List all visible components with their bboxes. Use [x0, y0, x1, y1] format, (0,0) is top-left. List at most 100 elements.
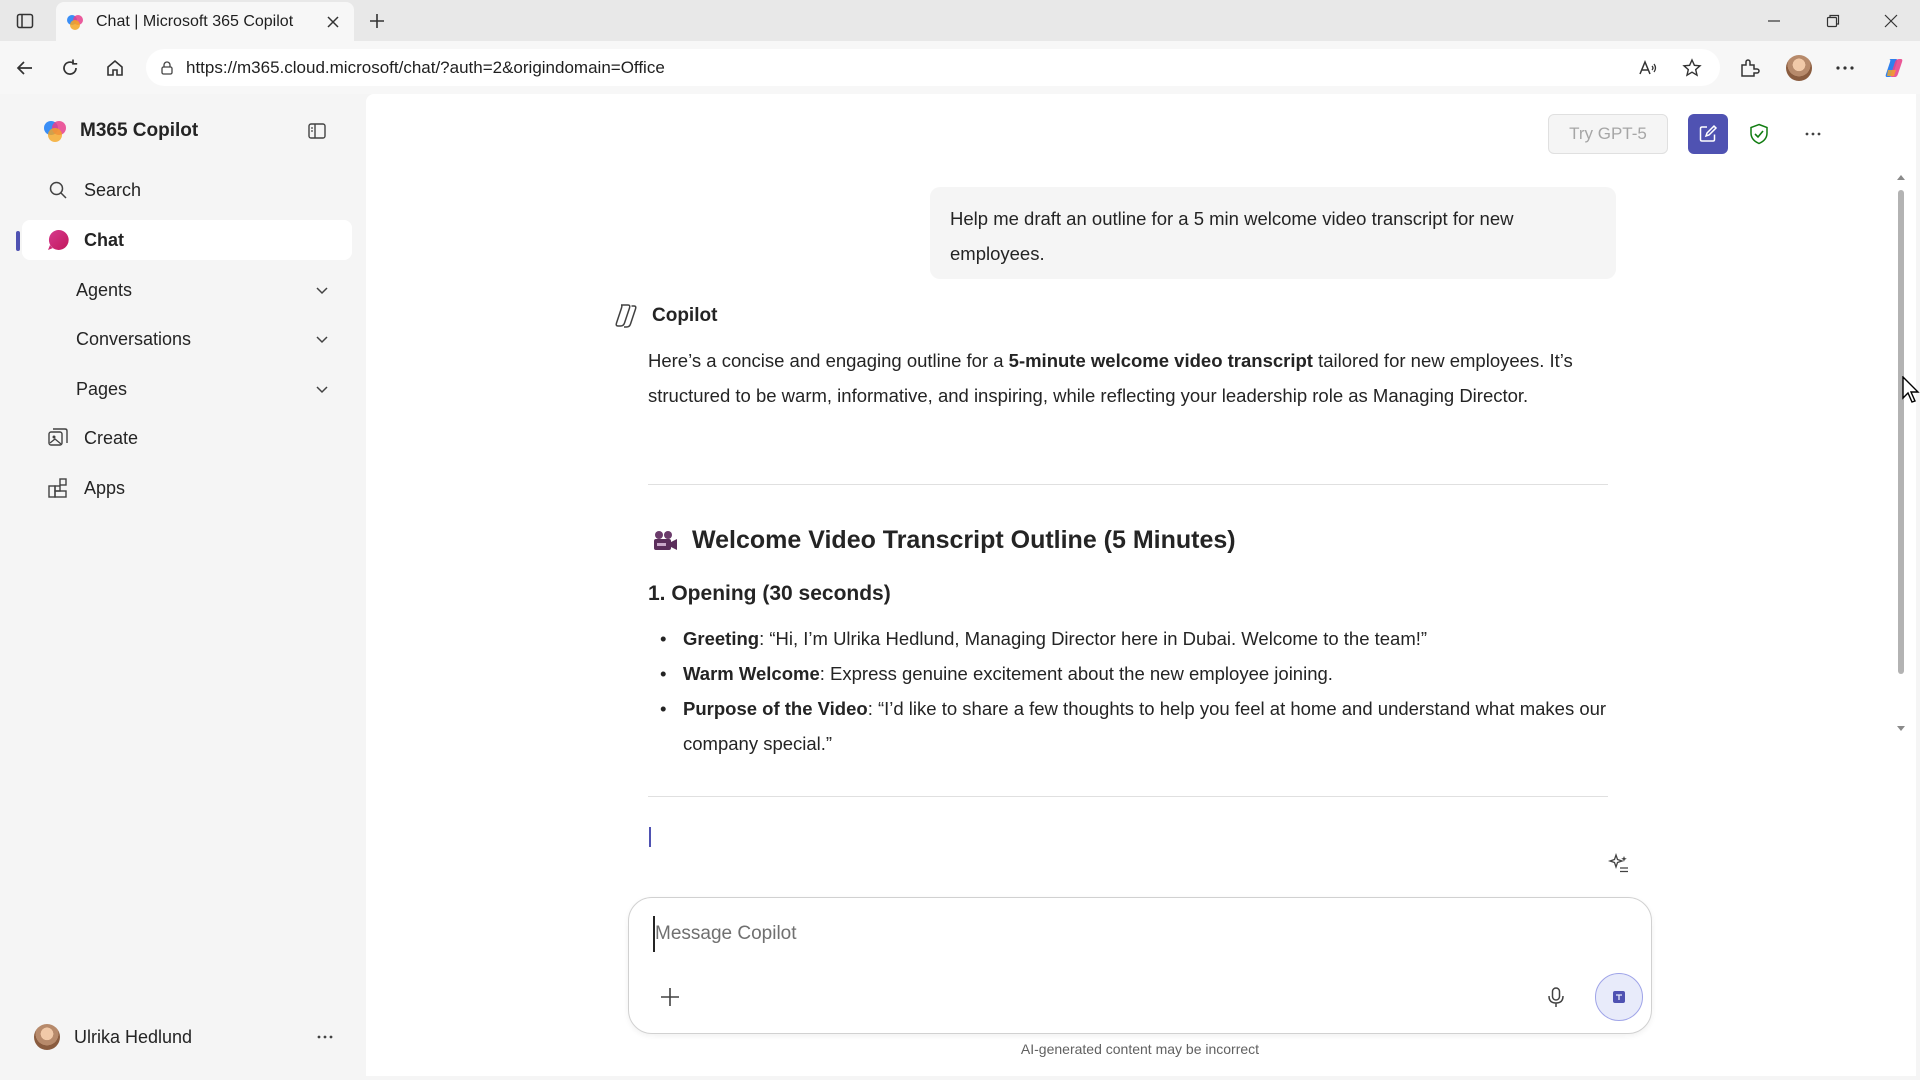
scrollbar-thumb[interactable]	[1898, 190, 1904, 674]
chevron-down-icon	[312, 329, 332, 349]
copilot-icon	[44, 121, 66, 142]
sidebar-item-label: Chat	[84, 229, 124, 250]
bullet-text: : Express genuine excitement about the n…	[819, 663, 1333, 684]
scroll-down-arrow[interactable]	[1896, 724, 1906, 734]
site-info-button[interactable]	[156, 57, 178, 79]
bullet-label: Warm Welcome	[683, 663, 820, 684]
more-icon	[317, 1035, 333, 1039]
chevron-down-icon	[312, 280, 332, 300]
account-row[interactable]: Ulrika Hedlund	[34, 1018, 340, 1056]
protection-button[interactable]	[1742, 117, 1776, 151]
app-container: M365 Copilot Search Chat Agents Conversa…	[4, 94, 1916, 1076]
ai-disclaimer: AI-generated content may be incorrect	[1020, 1041, 1260, 1057]
sidebar: M365 Copilot Search Chat Agents Conversa…	[4, 94, 360, 1076]
browser-menu-button[interactable]	[1828, 51, 1862, 85]
try-gpt-button[interactable]: Try GPT-5	[1548, 114, 1668, 154]
movie-camera-icon	[654, 530, 677, 550]
list-item: Purpose of the Video: “I’d like to share…	[648, 691, 1618, 761]
more-icon	[1836, 66, 1854, 70]
divider	[648, 796, 1608, 797]
back-button[interactable]	[10, 53, 40, 83]
attach-button[interactable]	[655, 982, 685, 1012]
search-icon	[46, 178, 70, 202]
user-name: Ulrika Hedlund	[74, 1026, 193, 1047]
copilot-favicon	[67, 14, 83, 30]
restore-icon	[1826, 14, 1840, 28]
user-message: Help me draft an outline for a 5 min wel…	[930, 187, 1616, 279]
scroll-up-arrow[interactable]	[1896, 172, 1906, 182]
send-button[interactable]	[1595, 973, 1643, 1021]
list-item: Greeting: “Hi, I’m Ulrika Hedlund, Manag…	[648, 621, 1618, 656]
active-indicator	[16, 231, 20, 251]
account-more-button[interactable]	[310, 1022, 340, 1052]
read-aloud-icon	[1639, 59, 1657, 74]
refresh-button[interactable]	[55, 53, 85, 83]
refresh-icon	[63, 59, 78, 75]
sidebar-item-label: Pages	[76, 378, 128, 399]
address-bar[interactable]: https://m365.cloud.microsoft/chat/?auth=…	[146, 49, 1720, 86]
collapse-sidebar-button[interactable]	[302, 116, 332, 146]
home-button[interactable]	[100, 53, 130, 83]
outline-heading-text: Welcome Video Transcript Outline (5 Minu…	[692, 526, 1236, 554]
tab-actions-button[interactable]	[10, 8, 40, 34]
copilot-browser-button[interactable]	[1877, 51, 1911, 85]
browser-tab-active[interactable]: Chat | Microsoft 365 Copilot	[56, 2, 354, 41]
sidebar-item-chat[interactable]: Chat	[22, 220, 352, 260]
new-chat-icon	[1699, 124, 1718, 142]
restore-button[interactable]	[1813, 8, 1853, 34]
outline-heading: Welcome Video Transcript Outline (5 Minu…	[652, 526, 1236, 555]
brand-name: M365 Copilot	[80, 120, 199, 141]
divider	[648, 484, 1608, 485]
send-icon	[1613, 991, 1625, 1003]
browser-titlebar: Chat | Microsoft 365 Copilot	[0, 0, 1920, 41]
minimize-button[interactable]	[1754, 8, 1794, 34]
bullet-label: Greeting	[683, 628, 760, 649]
sidebar-item-search[interactable]: Search	[22, 170, 352, 210]
header-actions: Try GPT-5	[1516, 112, 1916, 154]
sidebar-item-label: Search	[84, 179, 142, 200]
sidebar-item-pages[interactable]: Pages	[66, 369, 338, 409]
new-chat-button[interactable]	[1688, 114, 1728, 154]
new-tab-button[interactable]	[364, 9, 390, 33]
sidebar-item-label: Conversations	[76, 328, 192, 349]
read-aloud-button[interactable]	[1632, 52, 1664, 84]
sidebar-item-conversations[interactable]: Conversations	[66, 319, 338, 359]
home-icon	[107, 59, 123, 76]
mic-button[interactable]	[1541, 982, 1571, 1012]
lock-icon	[161, 60, 173, 75]
sidebar-item-label: Apps	[84, 477, 126, 498]
favorite-button[interactable]	[1676, 52, 1708, 84]
mic-icon	[1548, 987, 1564, 1007]
chat-main: Try GPT-5 Help me draft an outline for a…	[366, 94, 1916, 1076]
prompt-suggestions-button[interactable]	[1604, 849, 1634, 879]
profile-button[interactable]	[1782, 51, 1816, 85]
chat-icon	[46, 228, 70, 252]
close-icon	[327, 15, 339, 28]
section-heading: 1. Opening (30 seconds)	[648, 582, 891, 605]
streaming-caret	[649, 827, 651, 847]
sidebar-item-label: Agents	[76, 279, 133, 300]
url-text[interactable]: https://m365.cloud.microsoft/chat/?auth=…	[186, 58, 1632, 78]
shield-icon	[1750, 123, 1768, 145]
extensions-icon	[1741, 59, 1760, 77]
bullet-list: Greeting: “Hi, I’m Ulrika Hedlund, Manag…	[648, 621, 1618, 761]
close-window-button[interactable]	[1871, 8, 1911, 34]
brand: M365 Copilot	[42, 118, 198, 144]
message-input[interactable]	[653, 916, 1553, 952]
more-icon	[1805, 132, 1821, 136]
tab-title: Chat | Microsoft 365 Copilot	[96, 12, 294, 30]
list-item: Warm Welcome: Express genuine excitement…	[648, 656, 1618, 691]
minimize-icon	[1768, 20, 1780, 22]
sparkle-icon	[1607, 852, 1628, 873]
plus-icon	[661, 988, 679, 1006]
copilot-icon	[1885, 59, 1903, 77]
tab-close-button[interactable]	[322, 11, 344, 33]
more-options-button[interactable]	[1796, 117, 1830, 151]
sidebar-item-create[interactable]: Create	[22, 418, 352, 458]
plus-icon	[370, 14, 384, 28]
close-icon	[1884, 14, 1898, 28]
sidebar-item-apps[interactable]: Apps	[22, 468, 352, 508]
intro-text: Here’s a concise and engaging outline fo…	[648, 350, 1009, 371]
extensions-button[interactable]	[1732, 51, 1766, 85]
sidebar-item-agents[interactable]: Agents	[66, 270, 338, 310]
